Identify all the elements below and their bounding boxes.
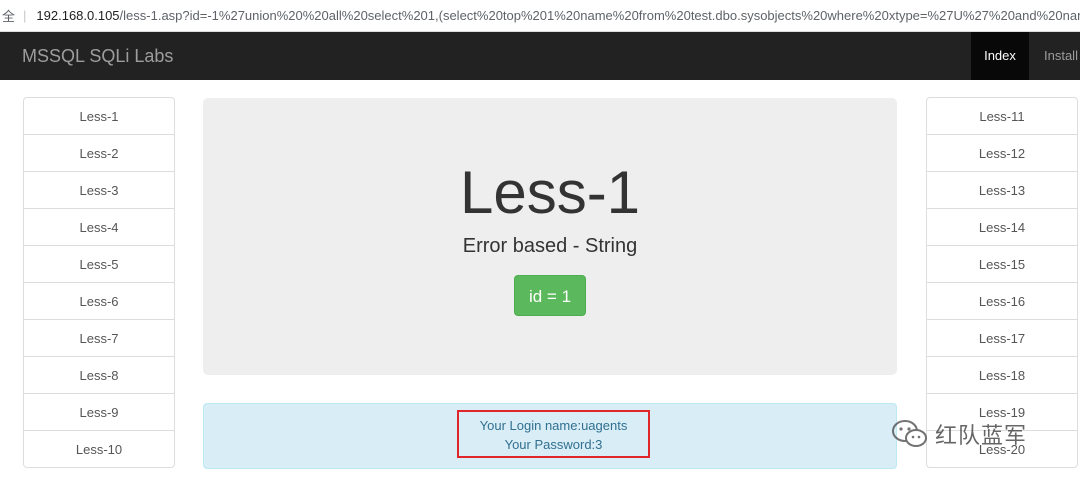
address-bar[interactable]: 全 | 192.168.0.105/less-1.asp?id=-1%27uni… (0, 0, 1080, 32)
lesson-link[interactable]: Less-8 (23, 356, 175, 394)
lesson-link[interactable]: Less-17 (926, 319, 1078, 357)
lesson-link[interactable]: Less-9 (23, 393, 175, 431)
lesson-link[interactable]: Less-10 (23, 430, 175, 468)
watermark-text: 红队蓝军 (935, 424, 1028, 449)
lesson-link[interactable]: Less-2 (23, 134, 175, 172)
lesson-subtitle: Error based - String (462, 235, 638, 257)
nav-install-link[interactable]: Install (1044, 32, 1078, 80)
result-alert: Your Login name:uagents Your Password:3 (203, 403, 897, 469)
nav-index-link[interactable]: Index (971, 32, 1029, 80)
lesson-link[interactable]: Less-6 (23, 282, 175, 320)
id-button[interactable]: id = 1 (514, 275, 586, 316)
navbar-brand[interactable]: MSSQL SQLi Labs (22, 32, 173, 80)
security-label[interactable]: 全 (0, 6, 15, 25)
wechat-icon (892, 420, 927, 447)
url-path[interactable]: /less-1.asp?id=-1%27union%20%20all%20sel… (120, 8, 1080, 23)
left-lesson-list: Less-1 Less-2 Less-3 Less-4 Less-5 Less-… (23, 97, 175, 468)
lesson-link[interactable]: Less-4 (23, 208, 175, 246)
address-separator: | (23, 8, 27, 23)
lesson-link[interactable]: Less-14 (926, 208, 1078, 246)
highlighted-result-box: Your Login name:uagents Your Password:3 (457, 410, 650, 458)
lesson-link[interactable]: Less-3 (23, 171, 175, 209)
lesson-link[interactable]: Less-18 (926, 356, 1078, 394)
lesson-link[interactable]: Less-13 (926, 171, 1078, 209)
login-name-text: Your Login name:uagents (479, 418, 628, 433)
lesson-jumbotron: Less-1 Error based - String id = 1 (203, 98, 897, 375)
watermark: 红队蓝军 (891, 418, 1027, 450)
lesson-link[interactable]: Less-1 (23, 97, 175, 135)
top-navbar: MSSQL SQLi Labs Index Install (0, 32, 1080, 80)
lesson-link[interactable]: Less-11 (926, 97, 1078, 135)
lesson-link[interactable]: Less-5 (23, 245, 175, 283)
url-host[interactable]: 192.168.0.105 (36, 8, 119, 23)
lesson-link[interactable]: Less-15 (926, 245, 1078, 283)
password-text: Your Password:3 (504, 437, 603, 452)
lesson-link[interactable]: Less-12 (926, 134, 1078, 172)
lesson-title: Less-1 (459, 159, 641, 226)
right-lesson-list: Less-11 Less-12 Less-13 Less-14 Less-15 … (926, 97, 1078, 468)
lesson-link[interactable]: Less-7 (23, 319, 175, 357)
lesson-link[interactable]: Less-16 (926, 282, 1078, 320)
